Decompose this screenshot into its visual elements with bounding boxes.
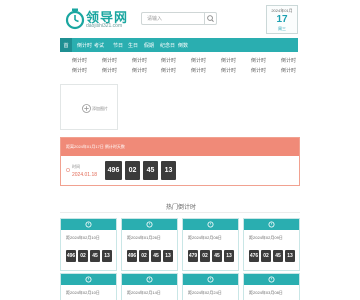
sub-nav-link[interactable]: 倒计时 (72, 57, 87, 64)
search-input[interactable]: 请输入 (141, 12, 217, 25)
header: 领导网 daojishi321.com 请输入 2024年01月 17 周三 (0, 0, 360, 38)
sub-nav-link[interactable]: 倒计时 (191, 57, 206, 64)
nav-item[interactable]: 生日 (128, 42, 138, 49)
sub-nav-link[interactable]: 倒计时 (221, 57, 236, 64)
countdown-days: 496 (105, 161, 122, 180)
search-placeholder: 请输入 (147, 16, 163, 22)
clock-icon (146, 276, 153, 283)
calendar-widget: 2024年01月 17 周三 (266, 5, 298, 34)
card-hours: 02 (139, 250, 149, 262)
search-icon[interactable] (204, 13, 216, 24)
card-minutes: 45 (90, 250, 100, 262)
card-header (61, 274, 116, 285)
banner-header-text: 距离2024年01月17日 倒计时天数 (66, 144, 125, 149)
card-hours: 02 (200, 250, 210, 262)
calendar-day: 17 (276, 14, 288, 25)
card-header (183, 219, 238, 230)
sub-nav: 倒计时 倒计时 倒计时 倒计时 倒计时 倒计时 倒计时 倒计时 倒计时 倒计时 … (60, 52, 298, 76)
countdown-card[interactable]: 距2024年02月24日 (182, 273, 239, 300)
card-hours: 02 (78, 250, 88, 262)
countdown-card[interactable]: 距2024年02月09日 476 02 45 13 (243, 218, 300, 271)
card-header (244, 219, 299, 230)
card-days: 476 (249, 250, 259, 262)
countdown-card[interactable]: 距2024年03月08日 (243, 273, 300, 300)
sub-nav-link[interactable]: 倒计时 (102, 57, 117, 64)
nav-item[interactable]: 倒计时 (77, 42, 92, 49)
card-minutes: 45 (151, 250, 161, 262)
clock-icon (207, 221, 214, 228)
nav-item[interactable]: 倒数 (178, 42, 188, 49)
clock-logo-icon[interactable] (65, 8, 85, 30)
sub-nav-link[interactable]: 倒计时 (132, 57, 147, 64)
card-minutes: 45 (273, 250, 283, 262)
countdown-card[interactable]: 距2024年02月08日 479 02 45 13 (182, 218, 239, 271)
sub-nav-link[interactable]: 倒计时 (281, 57, 296, 64)
card-title: 距2024年02月10日 (66, 235, 100, 240)
countdown-card[interactable]: 距2024年02月10日 (60, 273, 117, 300)
nav-item[interactable]: 节日 (113, 42, 123, 49)
sub-nav-link[interactable]: 倒计时 (102, 67, 117, 74)
card-header (122, 219, 177, 230)
clock-icon (207, 276, 214, 283)
clock-icon (146, 221, 153, 228)
card-seconds: 13 (285, 250, 295, 262)
card-header (61, 219, 116, 230)
card-title: 距2024年02月08日 (188, 235, 222, 240)
card-seconds: 13 (163, 250, 173, 262)
calendar-weekday: 周三 (278, 26, 286, 31)
card-days: 496 (66, 250, 76, 262)
clock-icon (66, 168, 70, 172)
clock-icon (85, 221, 92, 228)
sub-nav-link[interactable]: 倒计时 (72, 67, 87, 74)
card-title: 距2024年02月10日 (66, 290, 100, 295)
sub-nav-link[interactable]: 倒计时 (251, 67, 266, 74)
countdown-card[interactable]: 距2024年02月10日 496 02 45 13 (60, 218, 117, 271)
sub-nav-link[interactable]: 倒计时 (191, 67, 206, 74)
sub-nav-link[interactable]: 倒计时 (161, 67, 176, 74)
banner-header: 距离2024年01月17日 倒计时天数 (61, 138, 299, 156)
card-header (244, 274, 299, 285)
sub-nav-link[interactable]: 倒计时 (221, 67, 236, 74)
main-nav: 首 倒计时 考试 节日 生日 假期 纪念日 倒数 (60, 38, 298, 52)
card-title: 距2024年02月09日 (249, 235, 283, 240)
countdown-hours: 02 (125, 161, 140, 180)
image-upload-label: 添加图片 (92, 106, 108, 111)
banner-date: 2024.01.18 (72, 172, 98, 178)
nav-item[interactable]: 假期 (144, 42, 154, 49)
card-title: 距2024年02月24日 (188, 290, 222, 295)
card-title: 距2024年01月26日 (127, 235, 161, 240)
card-seconds: 13 (102, 250, 112, 262)
card-seconds: 13 (224, 250, 234, 262)
card-header (122, 274, 177, 285)
countdown-seconds: 13 (161, 161, 176, 180)
countdown-minutes: 45 (143, 161, 158, 180)
clock-icon (85, 276, 92, 283)
section-divider (60, 212, 300, 213)
sub-nav-link[interactable]: 倒计时 (161, 57, 176, 64)
clock-icon (268, 276, 275, 283)
card-days: 496 (127, 250, 137, 262)
plus-circle-icon (82, 104, 91, 113)
card-header (183, 274, 238, 285)
nav-item-home[interactable]: 首 (60, 38, 72, 52)
countdown-banner: 距离2024年01月17日 倒计时天数 时间 2024.01.18 496 02… (60, 137, 300, 186)
card-minutes: 45 (212, 250, 222, 262)
card-days: 479 (188, 250, 198, 262)
countdown-card[interactable]: 距2024年02月14日 (121, 273, 178, 300)
sub-nav-link[interactable]: 倒计时 (281, 67, 296, 74)
sub-nav-link[interactable]: 倒计时 (251, 57, 266, 64)
section-title: 热门倒计时 (166, 205, 197, 211)
card-hours: 02 (261, 250, 271, 262)
nav-item[interactable]: 考试 (94, 42, 104, 49)
logo-subtitle: daojishi321.com (86, 23, 123, 29)
clock-icon (268, 221, 275, 228)
card-title: 距2024年03月08日 (249, 290, 283, 295)
sub-nav-link[interactable]: 倒计时 (132, 67, 147, 74)
nav-item[interactable]: 纪念日 (160, 42, 175, 49)
image-upload-box[interactable]: 添加图片 (60, 84, 118, 130)
countdown-card[interactable]: 距2024年01月26日 496 02 45 13 (121, 218, 178, 271)
banner-period-label: 时间 (72, 164, 80, 169)
card-title: 距2024年02月14日 (127, 290, 161, 295)
